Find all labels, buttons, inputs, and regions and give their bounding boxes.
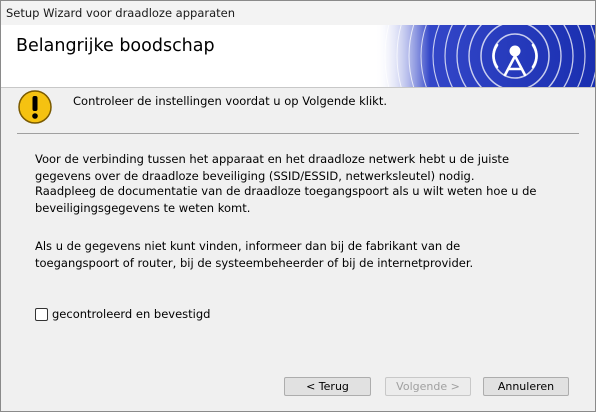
warning-message: Controleer de instellingen voordat u op … [73, 94, 388, 108]
warning-icon [17, 89, 53, 125]
confirm-checkbox[interactable] [35, 307, 48, 321]
wizard-header: Belangrijke boodschap [1, 25, 595, 88]
confirm-checkbox-label[interactable]: gecontroleerd en bevestigd [52, 307, 210, 321]
info-paragraph-1: Voor de verbinding tussen het apparaat e… [35, 152, 510, 183]
wizard-window: Setup Wizard voor draadloze apparaten Be… [0, 0, 596, 412]
info-paragraph-3: Als u de gegevens niet kunt vinden, info… [35, 239, 474, 270]
confirm-checkbox-row[interactable]: gecontroleerd en bevestigd [35, 306, 210, 322]
window-title: Setup Wizard voor draadloze apparaten [6, 6, 236, 20]
title-bar: Setup Wizard voor draadloze apparaten [1, 1, 595, 25]
wireless-banner-graphic [375, 25, 595, 87]
next-button[interactable]: Volgende > [385, 377, 471, 396]
info-paragraph-2: Raadpleeg de documentatie van de draadlo… [35, 184, 537, 215]
separator [17, 133, 579, 134]
cancel-button[interactable]: Annuleren [483, 377, 569, 396]
wireless-banner [375, 25, 595, 87]
back-button[interactable]: < Terug [284, 377, 371, 396]
page-title: Belangrijke boodschap [16, 36, 215, 56]
